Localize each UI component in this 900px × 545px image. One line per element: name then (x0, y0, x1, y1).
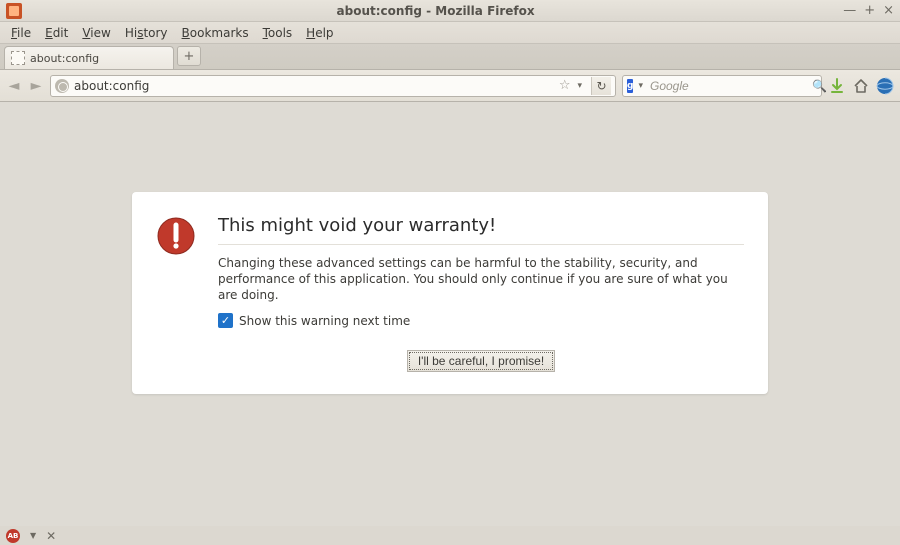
search-input[interactable] (648, 78, 807, 94)
menu-history[interactable]: History (118, 22, 175, 43)
statusbar: AB ▼ ✕ (0, 526, 900, 545)
menu-tools[interactable]: Tools (256, 22, 300, 43)
menu-view[interactable]: View (75, 22, 117, 43)
warning-panel: This might void your warranty! Changing … (132, 192, 768, 394)
search-bar[interactable]: g ▾ 🔍 (622, 75, 822, 97)
window-maximize-button[interactable]: + (864, 5, 875, 17)
warning-title: This might void your warranty! (218, 216, 744, 236)
window-titlebar: about:config - Mozilla Firefox — + × (0, 0, 900, 22)
menu-bookmarks[interactable]: Bookmarks (175, 22, 256, 43)
tab-about-config[interactable]: about:config (4, 46, 174, 69)
adblock-dropdown-icon[interactable]: ▼ (30, 531, 36, 540)
warning-divider (218, 244, 744, 245)
forward-button[interactable]: ► (28, 78, 44, 94)
menu-help[interactable]: Help (299, 22, 340, 43)
search-go-icon[interactable]: 🔍 (812, 79, 827, 93)
back-button[interactable]: ◄ (6, 78, 22, 94)
search-engine-dropdown-icon[interactable]: ▾ (638, 81, 643, 91)
warning-icon (156, 216, 196, 256)
warning-checkbox[interactable]: ✓ (218, 313, 233, 328)
home-button[interactable] (852, 77, 870, 95)
page-icon (11, 51, 25, 65)
new-tab-button[interactable]: + (177, 46, 201, 66)
adblock-icon[interactable]: AB (6, 529, 20, 543)
warning-body: This might void your warranty! Changing … (218, 216, 744, 372)
window-close-button[interactable]: × (883, 5, 894, 17)
downloads-button[interactable] (828, 77, 846, 95)
search-engine-icon[interactable]: g (627, 79, 633, 93)
reload-icon: ↻ (596, 79, 606, 93)
menubar: File Edit View History Bookmarks Tools H… (0, 22, 900, 44)
warning-button-row: I'll be careful, I promise! (218, 350, 744, 372)
statusbar-close-icon[interactable]: ✕ (46, 529, 56, 543)
plus-icon: + (184, 49, 195, 64)
urlbar[interactable]: about:config ☆ ▾ ↻ (50, 75, 616, 97)
forward-icon: ► (31, 78, 42, 94)
url-text: about:config (74, 79, 554, 93)
warning-description: Changing these advanced settings can be … (218, 255, 744, 304)
bookmark-star-icon[interactable]: ☆ (559, 78, 571, 93)
tabbar: about:config + (0, 44, 900, 70)
menu-edit[interactable]: Edit (38, 22, 75, 43)
warning-checkbox-label: Show this warning next time (239, 314, 410, 328)
accept-warning-button[interactable]: I'll be careful, I promise! (407, 350, 555, 372)
warning-checkbox-row[interactable]: ✓ Show this warning next time (218, 313, 744, 328)
window-controls: — + × (843, 5, 894, 17)
globe-icon (55, 79, 69, 93)
urlbar-dropdown-icon[interactable]: ▾ (575, 81, 584, 91)
content-area: This might void your warranty! Changing … (0, 102, 900, 526)
window-title: about:config - Mozilla Firefox (28, 4, 843, 18)
tab-label: about:config (30, 52, 99, 65)
reload-button[interactable]: ↻ (591, 77, 611, 95)
addon-globe-button[interactable] (876, 77, 894, 95)
menu-file[interactable]: File (4, 22, 38, 43)
firefox-icon (6, 3, 22, 19)
window-minimize-button[interactable]: — (843, 5, 856, 17)
toolbar: ◄ ► about:config ☆ ▾ ↻ g ▾ 🔍 (0, 70, 900, 102)
back-icon: ◄ (9, 78, 20, 94)
